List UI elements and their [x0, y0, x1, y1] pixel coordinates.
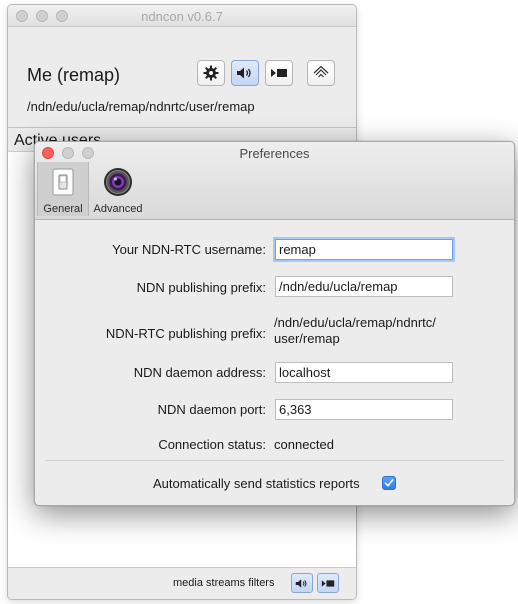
broadcast-icon: [313, 66, 329, 78]
video-filter-button[interactable]: [317, 573, 339, 593]
speaker-icon: [295, 578, 307, 588]
camera-lens-icon: [102, 166, 134, 198]
username-label: Your NDN-RTC username:: [112, 242, 266, 257]
ndnrtc-prefix-label: NDN-RTC publishing prefix:: [105, 326, 266, 341]
tab-general[interactable]: General: [37, 162, 89, 216]
daemon-address-field[interactable]: [275, 362, 453, 383]
tab-general-label: General: [43, 203, 83, 215]
broadcast-button[interactable]: [307, 60, 335, 86]
preferences-toolbar: Preferences General Advanced: [35, 142, 514, 220]
statistics-checkbox-label: Automatically send statistics reports: [153, 476, 360, 491]
tab-advanced[interactable]: Advanced: [91, 162, 145, 216]
video-icon: [321, 579, 335, 587]
user-panel: Me (remap) /ndn/edu/ucla/remap/ndnrtc/us…: [8, 27, 356, 127]
window-title: ndncon v0.6.7: [141, 9, 223, 24]
separator: [45, 460, 504, 461]
checkmark-icon: [384, 479, 394, 487]
ndnrtc-prefix-line2: user/remap: [274, 331, 340, 346]
connection-status-label: Connection status:: [158, 437, 266, 452]
user-title: Me (remap): [27, 65, 121, 85]
ndnrtc-prefix-line1: /ndn/edu/ucla/remap/ndnrtc/: [274, 315, 436, 330]
tab-advanced-label: Advanced: [93, 203, 143, 215]
audio-toggle-button[interactable]: [231, 60, 259, 86]
username-field[interactable]: [275, 239, 453, 260]
user-prefix: /ndn/edu/ucla/remap/ndnrtc/user/remap: [27, 99, 255, 114]
audio-filter-button[interactable]: [291, 573, 313, 593]
daemon-port-label: NDN daemon port:: [157, 402, 266, 417]
main-titlebar: ndncon v0.6.7: [8, 5, 356, 27]
publishing-prefix-field[interactable]: [275, 276, 453, 297]
video-toggle-button[interactable]: [265, 60, 293, 86]
preferences-window: Preferences General Advanced Your NDN-RT…: [34, 141, 515, 506]
statistics-checkbox[interactable]: [382, 476, 396, 490]
settings-button[interactable]: [197, 60, 225, 86]
preferences-title: Preferences: [239, 146, 310, 161]
video-icon: [271, 69, 287, 77]
divider: [8, 127, 356, 128]
speaker-icon: [237, 67, 251, 79]
ndnrtc-prefix-value: /ndn/edu/ucla/remap/ndnrtc/ user/remap: [274, 315, 436, 347]
daemon-port-field[interactable]: [275, 399, 453, 420]
bottom-bar: media streams filters: [8, 567, 356, 599]
switch-icon: [47, 166, 79, 198]
publishing-prefix-label: NDN publishing prefix:: [136, 280, 266, 295]
gear-icon: [203, 65, 219, 81]
daemon-address-label: NDN daemon address:: [133, 365, 266, 380]
filters-label: media streams filters: [173, 577, 275, 589]
connection-status-value: connected: [274, 437, 334, 452]
